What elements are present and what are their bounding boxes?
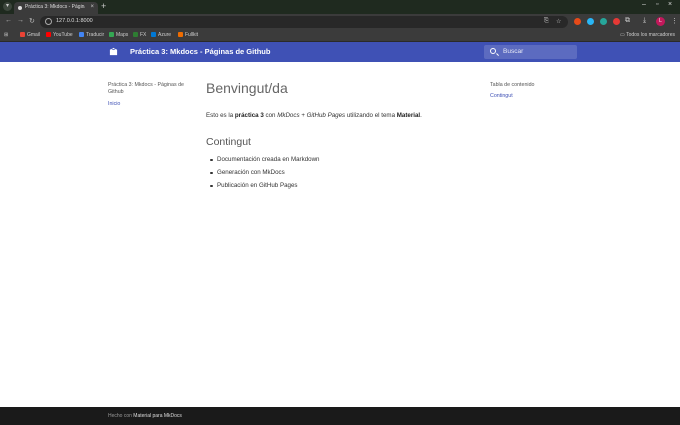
extension-icon[interactable] bbox=[613, 18, 620, 25]
site-logo-icon[interactable] bbox=[109, 47, 118, 56]
extension-icon[interactable] bbox=[574, 18, 581, 25]
bookmarks-bar: ⊞ Gmail YouTube Traducir Maps FX Azure F… bbox=[0, 30, 680, 42]
tab-favicon-icon bbox=[18, 6, 22, 10]
list-item: Publicación en GitHub Pages bbox=[206, 182, 476, 195]
fx-icon bbox=[133, 32, 138, 37]
list-item: Documentación creada en Markdown bbox=[206, 156, 476, 169]
address-url[interactable]: 127.0.0.1:8000 bbox=[56, 18, 93, 24]
profile-avatar[interactable]: L bbox=[656, 17, 665, 26]
reload-icon[interactable]: ↻ bbox=[29, 17, 35, 25]
bookmark-traducir[interactable]: Traducir bbox=[79, 32, 104, 38]
bookmark-gmail[interactable]: Gmail bbox=[20, 32, 40, 38]
bookmark-fx[interactable]: FX bbox=[133, 32, 146, 38]
site-title[interactable]: Práctica 3: Mkdocs - Páginas de Github bbox=[130, 47, 270, 56]
fullkit-icon bbox=[178, 32, 183, 37]
downloads-icon[interactable]: ⤓ bbox=[643, 17, 646, 25]
bookmark-youtube[interactable]: YouTube bbox=[46, 32, 73, 38]
bookmark-maps[interactable]: Maps bbox=[109, 32, 128, 38]
browser-menu-icon[interactable]: ⋮ bbox=[671, 17, 678, 25]
extensions-puzzle-icon[interactable]: ⧉ bbox=[625, 17, 630, 25]
site-info-icon[interactable] bbox=[45, 18, 52, 25]
youtube-icon bbox=[46, 32, 51, 37]
bookmark-azure[interactable]: Azure bbox=[151, 32, 171, 38]
minimize-icon[interactable]: – bbox=[642, 1, 646, 8]
table-of-contents: Tabla de contenido Contingut bbox=[490, 82, 580, 99]
tab-close-icon[interactable]: × bbox=[90, 4, 94, 10]
search-input[interactable]: Buscar bbox=[484, 45, 577, 59]
back-icon[interactable]: ← bbox=[5, 17, 12, 24]
close-window-icon[interactable]: × bbox=[668, 1, 672, 8]
bookmark-fullkit[interactable]: Fullkit bbox=[178, 32, 198, 38]
tab-title: Práctica 3: Mkdocs - Página bbox=[25, 4, 85, 10]
all-bookmarks-folder[interactable]: ▭ Todos los marcadores bbox=[620, 32, 675, 38]
new-tab-button[interactable]: + bbox=[101, 1, 106, 11]
section-heading-contingut: Contingut bbox=[206, 136, 251, 148]
forward-icon[interactable]: → bbox=[17, 17, 24, 24]
footer-material-link[interactable]: Material para MkDocs bbox=[133, 413, 182, 419]
site-footer: Hecho con Material para MkDocs bbox=[0, 407, 680, 425]
intro-paragraph: Esto es la práctica 3 con MkDocs + GitHu… bbox=[206, 112, 422, 119]
list-item: Generación con MkDocs bbox=[206, 169, 476, 182]
bookmark-star-icon[interactable]: ☆ bbox=[556, 18, 561, 25]
apps-grid-icon[interactable]: ⊞ bbox=[4, 32, 8, 38]
browser-tab[interactable]: Práctica 3: Mkdocs - Página × bbox=[14, 2, 98, 14]
maps-icon bbox=[109, 32, 114, 37]
azure-icon bbox=[151, 32, 156, 37]
toc-item-contingut[interactable]: Contingut bbox=[490, 93, 580, 99]
content-list: Documentación creada en Markdown Generac… bbox=[206, 156, 476, 195]
nav-site-title: Práctica 3: Mkdocs - Páginas de Github bbox=[108, 82, 184, 95]
browser-tab-bar: ▾ Práctica 3: Mkdocs - Página × + – ▫ × bbox=[0, 0, 680, 14]
search-icon bbox=[490, 48, 496, 54]
toc-title: Tabla de contenido bbox=[490, 82, 535, 88]
translate-icon bbox=[79, 32, 84, 37]
extension-icon[interactable] bbox=[587, 18, 594, 25]
maximize-icon[interactable]: ▫ bbox=[656, 1, 658, 8]
gmail-icon bbox=[20, 32, 25, 37]
main-content: Benvingut/da Esto es la práctica 3 con M… bbox=[206, 80, 476, 195]
footer-credit: Hecho con Material para MkDocs bbox=[108, 413, 182, 419]
search-placeholder: Buscar bbox=[503, 48, 524, 55]
nav-item-inicio[interactable]: Inicio bbox=[108, 101, 198, 107]
tab-search-icon[interactable]: ▾ bbox=[3, 2, 12, 11]
address-bar[interactable]: 127.0.0.1:8000 ⎘ ☆ bbox=[40, 16, 568, 28]
site-header: Práctica 3: Mkdocs - Páginas de Github B… bbox=[0, 42, 680, 62]
translate-icon[interactable]: ⎘ bbox=[544, 18, 549, 25]
extension-icon[interactable] bbox=[600, 18, 607, 25]
page-title: Benvingut/da bbox=[206, 80, 288, 96]
primary-navigation: Práctica 3: Mkdocs - Páginas de Github I… bbox=[108, 82, 198, 107]
